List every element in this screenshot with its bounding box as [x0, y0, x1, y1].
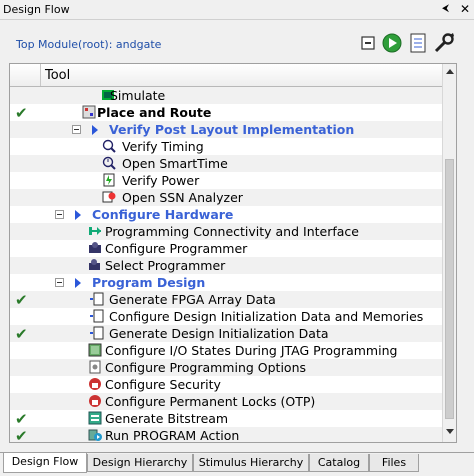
close-icon[interactable]: ✕ [460, 2, 470, 16]
tab-design-flow[interactable]: Design Flow [3, 453, 87, 473]
tree-row[interactable]: Verify Power [10, 172, 442, 189]
tab-stimulus-hierarchy[interactable]: Stimulus Hierarchy [193, 454, 309, 472]
tree-row[interactable]: Configure Programmer [10, 240, 442, 257]
top-module-label: Top Module(root): andgate [16, 38, 162, 51]
tab-files[interactable]: Files [369, 454, 419, 472]
column-header: Tool [10, 64, 442, 87]
tree-row[interactable]: Configure Security [10, 376, 442, 393]
tree-row[interactable]: ✔ Run PROGRAM Action [10, 427, 442, 442]
section-row[interactable]: Program Design [10, 274, 442, 291]
doc-icon [90, 309, 104, 323]
row-label: Configure Programmer [105, 241, 248, 256]
row-label: Program Design [92, 275, 206, 290]
row-label: Configure Design Initialization Data and… [109, 309, 424, 324]
row-label: Configure Security [105, 377, 221, 392]
tree-row[interactable]: ✔ Generate Design Initialization Data [10, 325, 442, 343]
scroll-thumb[interactable] [445, 159, 454, 419]
row-label: Open SSN Analyzer [122, 190, 243, 205]
connectivity-icon [89, 227, 101, 235]
collapse-node-icon[interactable] [55, 210, 64, 219]
row-label: Place and Route [97, 105, 212, 120]
title-bar: Design Flow ⮜ ✕ [0, 0, 474, 20]
tree-rows: Simulate ✔ Place and Route Verify Post Layo… [10, 87, 442, 442]
toolbar: Top Module(root): andgate [0, 20, 474, 62]
lock-icon [89, 395, 101, 407]
tool-settings-icon[interactable] [433, 32, 455, 54]
doc-icon [90, 292, 104, 306]
run-icon [88, 429, 102, 441]
tree-row[interactable]: Configure I/O States During JTAG Program… [10, 342, 442, 359]
bitstream-icon [88, 411, 102, 425]
tree-row[interactable]: Simulate [10, 87, 442, 104]
row-label: Select Programmer [105, 258, 226, 273]
pin-icon[interactable]: ⮜ [442, 3, 449, 14]
doc-icon [90, 326, 104, 340]
tool-column-header[interactable]: Tool [45, 68, 70, 83]
smarttime-icon [102, 156, 116, 170]
checkmark-icon: ✔ [15, 427, 28, 442]
row-label: Programming Connectivity and Interface [105, 224, 359, 239]
tree-row[interactable]: Programming Connectivity and Interface [10, 223, 442, 240]
row-label: Configure Hardware [92, 207, 234, 222]
select-programmer-icon [89, 259, 100, 270]
row-label: Configure Programming Options [105, 360, 307, 375]
collapse-node-icon[interactable] [55, 278, 64, 287]
security-icon [89, 378, 101, 390]
run-flow-icon[interactable] [381, 32, 403, 54]
row-label: Verify Timing [122, 139, 204, 154]
tree-row[interactable]: Configure Design Initialization Data and… [10, 308, 442, 325]
row-label: Simulate [110, 88, 166, 103]
scroll-down-arrow-icon[interactable] [446, 429, 454, 434]
power-icon [103, 173, 115, 187]
checkmark-icon: ✔ [15, 291, 28, 309]
collapse-all-icon[interactable] [357, 32, 379, 54]
options-icon [89, 360, 101, 374]
section-row[interactable]: Configure Hardware [10, 206, 442, 223]
row-label: Verify Power [122, 173, 200, 188]
checkmark-icon: ✔ [15, 325, 28, 343]
tab-design-hierarchy[interactable]: Design Hierarchy [87, 454, 193, 472]
row-label: Generate FPGA Array Data [109, 292, 276, 307]
window-title: Design Flow [3, 3, 70, 16]
tree-row[interactable]: Configure Permanent Locks (OTP) [10, 393, 442, 410]
tree-row[interactable]: Configure Programming Options [10, 359, 442, 376]
tree-row[interactable]: ✔ Generate FPGA Array Data [10, 291, 442, 309]
row-label: Configure Permanent Locks (OTP) [105, 394, 316, 409]
tree-row[interactable]: Select Programmer [10, 257, 442, 274]
row-label: Generate Design Initialization Data [109, 326, 329, 341]
vertical-scrollbar[interactable] [442, 64, 456, 442]
io-states-icon [88, 343, 102, 357]
row-label: Run PROGRAM Action [105, 428, 240, 442]
design-flow-tree: Tool Simulate ✔ Place and Route Verify Post… [9, 63, 457, 443]
programmer-icon [89, 242, 101, 253]
timing-icon [102, 139, 116, 153]
tree-row[interactable]: Open SmartTime [10, 155, 442, 172]
bottom-tab-bar: Design Flow Design Hierarchy Stimulus Hier… [0, 452, 474, 476]
blue-arrow-icon [75, 210, 81, 220]
row-label: Open SmartTime [122, 156, 228, 171]
tab-catalog[interactable]: Catalog [309, 454, 369, 472]
tree-row[interactable]: Verify Timing [10, 138, 442, 155]
row-label: Verify Post Layout Implementation [109, 122, 355, 137]
row-label: Generate Bitstream [105, 411, 229, 426]
row-label: Configure I/O States During JTAG Program… [105, 343, 398, 358]
tree-row[interactable]: Open SSN Analyzer [10, 189, 442, 206]
report-icon[interactable] [407, 32, 429, 54]
section-row[interactable]: Verify Post Layout Implementation [10, 121, 442, 138]
place-route-icon [82, 105, 96, 119]
status-column-header[interactable] [10, 64, 41, 86]
checkmark-icon: ✔ [15, 410, 28, 428]
tree-row[interactable]: ✔ Place and Route [10, 104, 442, 122]
scroll-up-arrow-icon[interactable] [446, 69, 454, 74]
blue-arrow-icon [75, 278, 81, 288]
checkmark-icon: ✔ [15, 104, 28, 122]
ssn-icon [102, 191, 116, 203]
tree-row[interactable]: ✔ Generate Bitstream [10, 410, 442, 428]
blue-arrow-icon [92, 125, 98, 135]
collapse-node-icon[interactable] [72, 125, 81, 134]
